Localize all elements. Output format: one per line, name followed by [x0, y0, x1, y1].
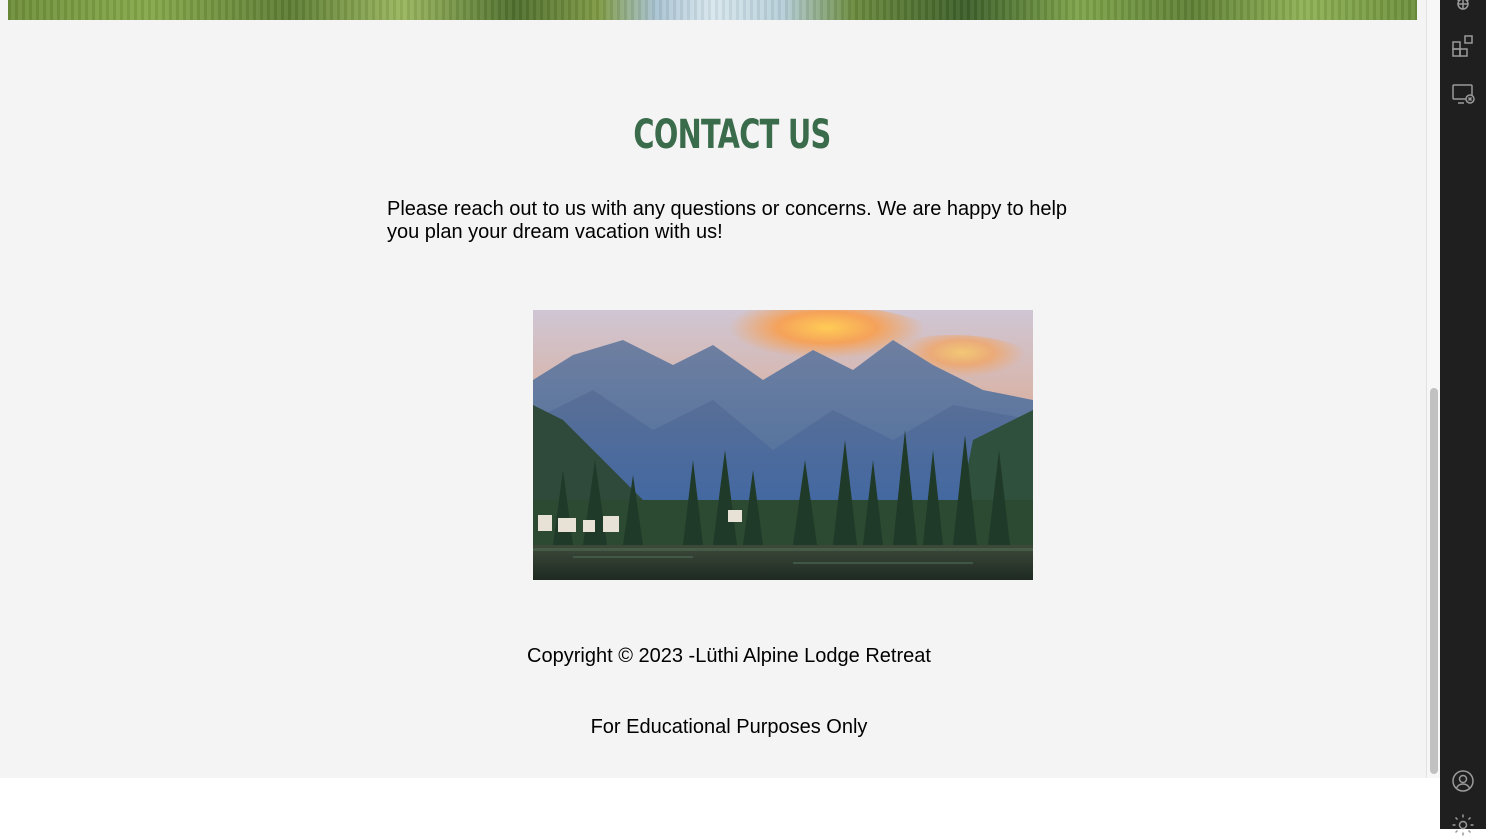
remote-explorer-icon[interactable]	[1451, 82, 1475, 106]
activity-bar	[1440, 0, 1486, 836]
account-icon[interactable]	[1451, 769, 1475, 793]
hero-image-strip	[8, 0, 1417, 20]
mountain-lake-image	[533, 310, 1033, 580]
copyright-text: Copyright © 2023 -Lüthi Alpine Lodge Ret…	[527, 645, 931, 667]
contact-description: Please reach out to us with any question…	[387, 198, 1068, 243]
vertical-scrollbar[interactable]	[1426, 0, 1441, 778]
contact-heading: Contact Us	[633, 112, 831, 158]
extensions-icon[interactable]	[1451, 34, 1475, 58]
debug-icon[interactable]	[1451, 0, 1475, 16]
settings-gear-icon[interactable]	[1451, 813, 1475, 837]
educational-disclaimer: For Educational Purposes Only	[590, 716, 868, 738]
scrollbar-thumb[interactable]	[1430, 388, 1438, 774]
web-page: Contact Us Please reach out to us with a…	[0, 0, 1426, 778]
